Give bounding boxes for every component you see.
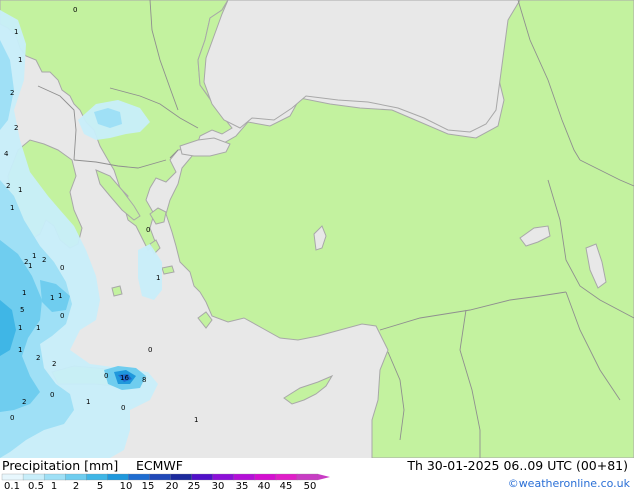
station-value: 1 bbox=[58, 292, 62, 300]
color-scale-swatch bbox=[65, 473, 87, 481]
color-scale-tick-label: 45 bbox=[280, 481, 293, 490]
variable-title: Precipitation [mm] bbox=[2, 458, 118, 473]
color-scale-swatch bbox=[191, 473, 214, 481]
station-value: 0 bbox=[104, 372, 108, 380]
map-footer: Precipitation [mm] ECMWF Th 30-01-2025 0… bbox=[0, 458, 634, 490]
color-scale-swatch bbox=[128, 473, 151, 481]
precipitation-color-scale bbox=[1, 473, 330, 481]
color-scale-tick-label: 2 bbox=[73, 481, 79, 490]
station-value: 1 bbox=[86, 398, 90, 406]
station-value: 2 bbox=[36, 354, 40, 362]
color-scale-swatch bbox=[43, 473, 66, 481]
station-value: 2 bbox=[52, 360, 56, 368]
station-value: 0 bbox=[10, 414, 14, 422]
station-value: 0 bbox=[146, 226, 150, 234]
station-value: 0 bbox=[121, 404, 125, 412]
color-scale-swatch bbox=[107, 473, 130, 481]
color-scale-tick-label: 25 bbox=[188, 481, 201, 490]
station-value: 1 bbox=[18, 186, 22, 194]
color-scale-tick-label: 35 bbox=[236, 481, 249, 490]
station-value: 1 bbox=[28, 262, 32, 270]
station-value: 2 bbox=[14, 124, 18, 132]
station-value: 1 bbox=[194, 416, 198, 424]
color-scale-swatch bbox=[254, 473, 277, 481]
color-scale-tick-label: 0.5 bbox=[28, 481, 44, 490]
station-value: 1 bbox=[10, 204, 14, 212]
color-scale-swatch bbox=[212, 473, 235, 481]
station-value: 1 bbox=[18, 324, 22, 332]
station-value: 1 bbox=[18, 56, 22, 64]
color-scale-tick-label: 10 bbox=[120, 481, 133, 490]
station-value: 1 bbox=[156, 274, 160, 282]
color-scale-swatch bbox=[86, 473, 108, 481]
station-value: 0 bbox=[148, 346, 152, 354]
station-value: 0 bbox=[60, 264, 64, 272]
station-value: 8 bbox=[142, 376, 146, 384]
color-scale-arrow bbox=[318, 474, 330, 480]
station-value: 2 bbox=[22, 398, 26, 406]
color-scale-ticks: 0.1 0.5 1 2 5 10 15 20 25 30 35 40 45 50 bbox=[4, 481, 316, 490]
station-value: 1 bbox=[14, 28, 18, 36]
station-value: 1 bbox=[36, 324, 40, 332]
color-scale-swatch bbox=[149, 473, 172, 481]
station-value: 0 bbox=[60, 312, 64, 320]
color-scale-tick-label: 50 bbox=[304, 481, 317, 490]
station-value: 2 bbox=[6, 182, 10, 190]
color-scale-swatch bbox=[275, 473, 298, 481]
station-value: 0 bbox=[73, 6, 77, 14]
color-scale-tick-label: 40 bbox=[258, 481, 271, 490]
credit-text: ©weatheronline.co.uk bbox=[508, 477, 631, 490]
color-scale-swatch bbox=[233, 473, 256, 481]
station-value: 0 bbox=[50, 391, 54, 399]
precipitation-map: 011222 142 12115110116 82010101020102110 bbox=[0, 0, 634, 458]
station-value: 16 bbox=[120, 374, 129, 382]
station-value: 1 bbox=[22, 289, 26, 297]
valid-time: Th 30-01-2025 06..09 UTC (00+81) bbox=[406, 458, 628, 473]
station-value: 2 bbox=[42, 256, 46, 264]
station-value: 1 bbox=[32, 252, 36, 260]
color-scale-swatch bbox=[1, 473, 24, 481]
color-scale-swatch bbox=[296, 473, 319, 481]
color-scale-tick-label: 30 bbox=[212, 481, 225, 490]
station-value: 1 bbox=[18, 346, 22, 354]
color-scale-tick-label: 0.1 bbox=[4, 481, 20, 490]
color-scale-swatch bbox=[170, 473, 193, 481]
station-value: 4 bbox=[4, 150, 9, 158]
station-value: 1 bbox=[50, 294, 54, 302]
station-value: 2 bbox=[10, 89, 14, 97]
color-scale-swatch bbox=[22, 473, 45, 481]
color-scale-tick-label: 5 bbox=[97, 481, 103, 490]
model-name: ECMWF bbox=[136, 458, 183, 473]
station-value: 5 bbox=[20, 306, 24, 314]
color-scale-tick-label: 1 bbox=[51, 481, 57, 490]
color-scale-tick-label: 15 bbox=[142, 481, 155, 490]
land-samos bbox=[161, 265, 175, 275]
land-naxos bbox=[111, 285, 123, 297]
color-scale-tick-label: 20 bbox=[166, 481, 179, 490]
